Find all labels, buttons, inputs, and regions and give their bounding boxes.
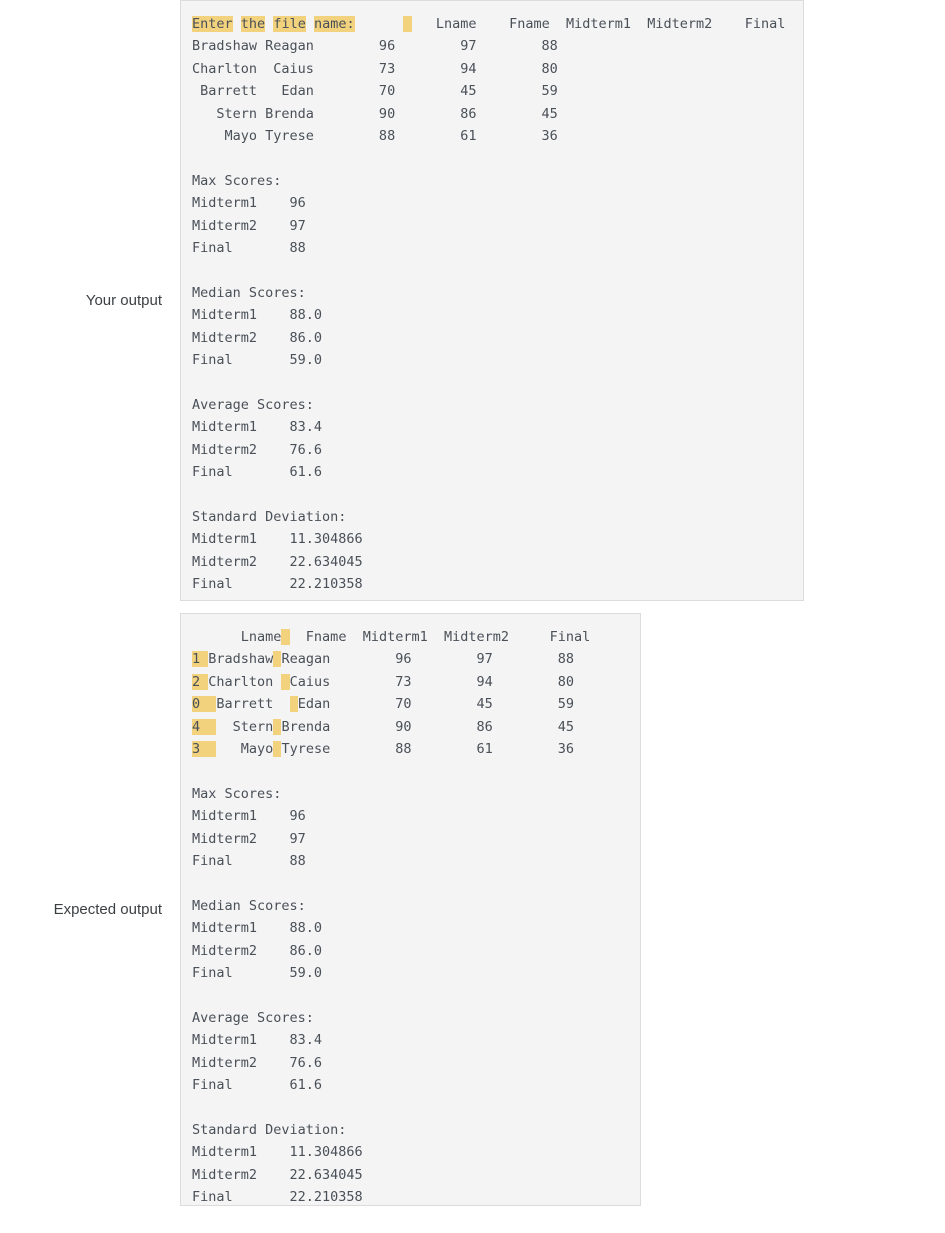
diff-highlight	[273, 651, 282, 668]
diff-highlight: name:	[313, 16, 355, 32]
your-output-label: Your output	[85, 292, 162, 309]
diff-highlight	[403, 16, 412, 32]
your-output-section: Your output Enter the file name: Lname F…	[0, 0, 945, 601]
expected-output-console-panel: Lname Fname Midterm1 Midterm2 Final 1 Bra…	[180, 613, 641, 1206]
diff-highlight	[273, 741, 282, 758]
your-output-console-panel: Enter the file name: Lname Fname Midterm…	[180, 0, 804, 601]
expected-output-console-text: Lname Fname Midterm1 Midterm2 Final 1 Bra…	[192, 629, 591, 1206]
diff-highlight: 2	[192, 673, 209, 690]
diff-highlight: 0	[192, 696, 217, 713]
expected-output-label: Expected output	[53, 901, 162, 918]
diff-highlight: 4	[192, 718, 217, 735]
diff-highlight: Enter	[192, 16, 233, 32]
diff-highlight: the	[240, 16, 266, 32]
diff-highlight	[281, 673, 290, 690]
diff-highlight: 3	[192, 741, 217, 758]
diff-highlight	[289, 696, 298, 713]
diff-highlight	[281, 629, 290, 645]
expected-output-section: Expected output Lname Fname Midterm1 Mid…	[0, 613, 945, 1206]
diff-highlight	[273, 718, 282, 735]
diff-highlight: 1	[192, 651, 209, 668]
diff-highlight: file	[273, 16, 306, 32]
your-output-console-text: Enter the file name: Lname Fname Midterm…	[192, 16, 786, 593]
